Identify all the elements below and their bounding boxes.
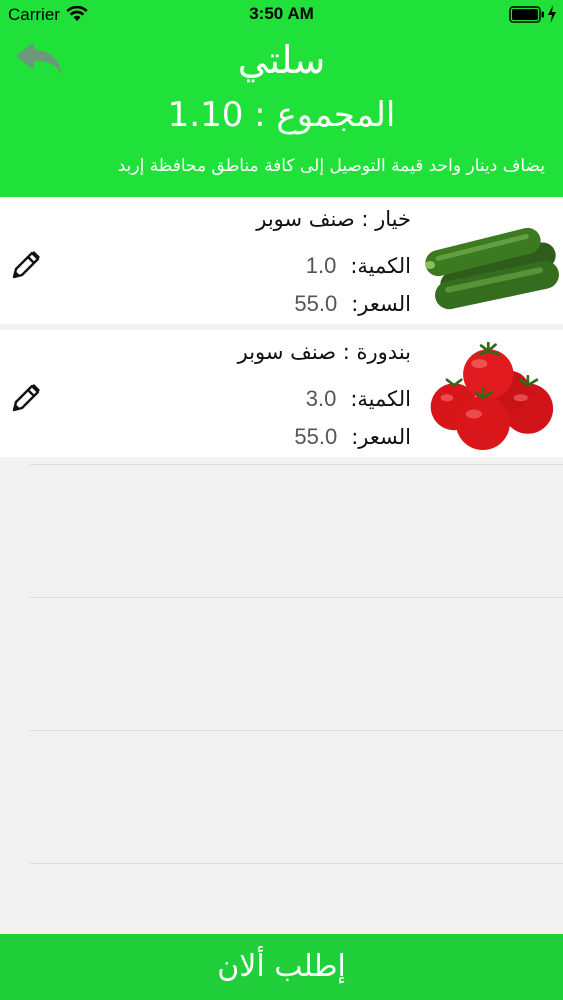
price-label: السعر: (351, 292, 411, 316)
price-value: 55.0 (294, 424, 338, 449)
cart-item: بندورة : صنف سوبر الكمية: 3.0 السعر: 55.0 (0, 330, 563, 457)
item-price-row: السعر: 55.0 (294, 291, 411, 317)
quantity-label: الكمية: (350, 387, 411, 411)
pencil-icon[interactable] (10, 382, 42, 414)
item-price-row: السعر: 55.0 (294, 424, 411, 450)
row-separator (30, 597, 563, 598)
tomato-image (430, 342, 554, 450)
delivery-note: يضاف دينار واحد قيمة التوصيل إلى كافة من… (117, 156, 545, 176)
quantity-value: 1.0 (305, 253, 337, 278)
pencil-icon[interactable] (10, 249, 42, 281)
status-time: 3:50 AM (249, 4, 314, 23)
price-value: 55.0 (294, 291, 338, 316)
cart-total: المجموع : 1.10 (167, 95, 396, 135)
item-quantity-row: الكمية: 1.0 (306, 253, 411, 279)
battery-icon (509, 6, 544, 23)
price-label: السعر: (351, 425, 411, 449)
cucumber-image (425, 227, 559, 310)
charging-icon (548, 5, 556, 23)
row-separator (30, 464, 563, 465)
order-now-button[interactable]: إطلب ألان (0, 934, 563, 1000)
item-quantity-row: الكمية: 3.0 (306, 386, 411, 412)
quantity-label: الكمية: (350, 254, 411, 278)
header: Carrier 3:50 AM سلتي المجموع : 1.10 يضاف… (0, 0, 563, 197)
item-name: خيار : صنف سوبر (256, 207, 411, 231)
quantity-value: 3.0 (305, 386, 337, 411)
row-separator (30, 863, 563, 864)
item-name: بندورة : صنف سوبر (237, 340, 411, 364)
cart-item: خيار : صنف سوبر الكمية: 1.0 السعر: 55.0 (0, 197, 563, 324)
row-separator (30, 730, 563, 731)
status-bar: Carrier 3:50 AM (0, 0, 563, 30)
page-title: سلتي (237, 38, 326, 82)
